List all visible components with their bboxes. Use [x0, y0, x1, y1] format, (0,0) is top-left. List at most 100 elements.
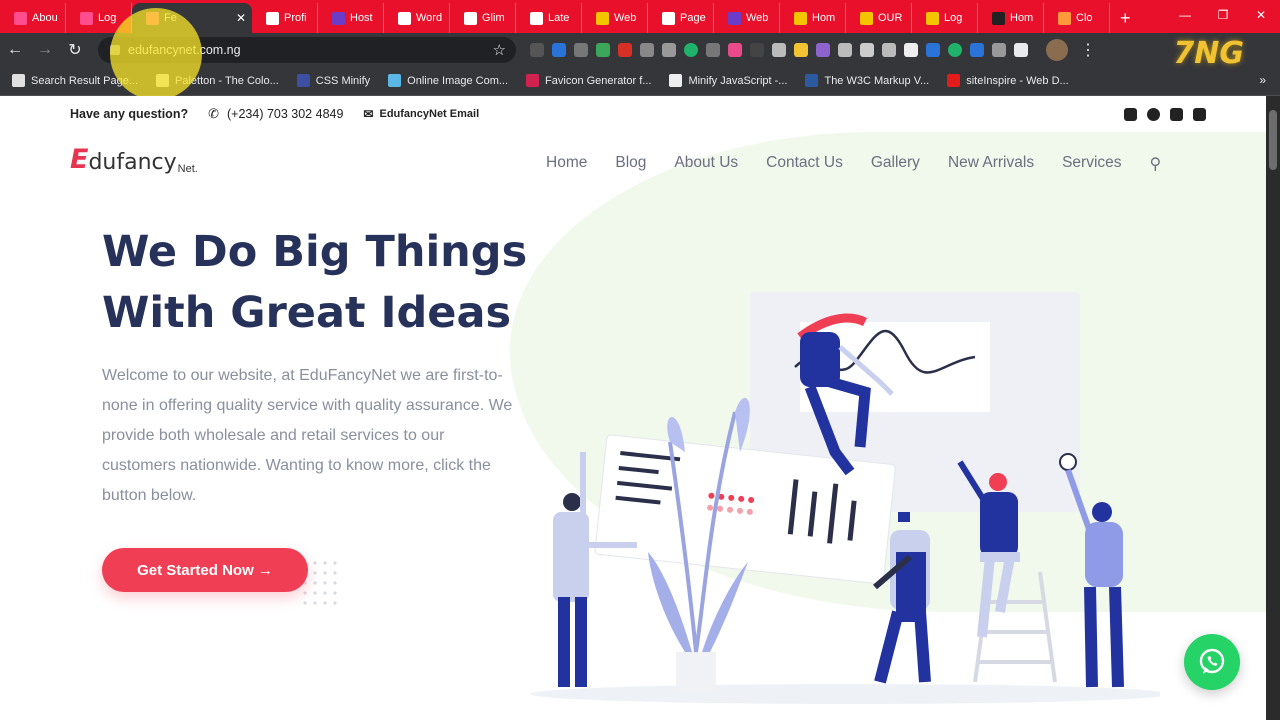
bookmark-item[interactable]: Minify JavaScript -... [669, 74, 787, 87]
extension-icon[interactable] [904, 42, 918, 57]
scrollbar-thumb[interactable] [1269, 110, 1277, 170]
extension-icon[interactable] [948, 42, 962, 57]
extension-icon[interactable] [816, 42, 830, 57]
extension-icon[interactable] [992, 42, 1006, 57]
address-bar[interactable]: edufancynet.com.ng ☆ [98, 36, 516, 63]
browser-tab[interactable]: Hom [978, 3, 1044, 33]
minimize-icon[interactable]: — [1166, 0, 1204, 30]
extension-icon[interactable] [750, 42, 764, 57]
url-text: edufancynet.com.ng [128, 42, 241, 57]
whatsapp-chat-button[interactable] [1184, 634, 1240, 690]
bookmark-favicon-icon [12, 74, 25, 87]
extension-icon[interactable] [530, 42, 544, 57]
browser-tab[interactable]: Host [318, 3, 384, 33]
logo-word: dufancy [88, 150, 177, 175]
page-scrollbar[interactable] [1266, 96, 1280, 720]
reload-icon[interactable]: ↻ [60, 40, 90, 60]
new-tab-button[interactable]: + [1120, 3, 1131, 33]
extension-icon[interactable] [882, 42, 896, 57]
facebook-icon[interactable] [1147, 108, 1160, 121]
nav-blog[interactable]: Blog [615, 154, 646, 174]
extension-icon[interactable] [662, 42, 676, 57]
get-started-button[interactable]: Get Started Now → [102, 548, 308, 592]
nav-new-arrivals[interactable]: New Arrivals [948, 154, 1034, 174]
browser-tab[interactable]: Profi [252, 3, 318, 33]
tab-favicon-icon [332, 11, 345, 25]
tab-label: Hom [812, 12, 836, 24]
extension-icon[interactable] [574, 42, 588, 57]
bookmark-item[interactable]: Online Image Com... [388, 74, 508, 87]
nav-services[interactable]: Services [1062, 154, 1121, 174]
bookmark-label: Online Image Com... [407, 74, 509, 87]
nav-contact-us[interactable]: Contact Us [766, 154, 843, 174]
bookmark-favicon-icon [526, 74, 540, 87]
close-tab-icon[interactable]: ✕ [236, 11, 246, 25]
lock-icon[interactable] [110, 44, 120, 55]
profile-avatar[interactable] [1046, 38, 1068, 61]
bookmark-item[interactable]: siteInspire - Web D... [947, 74, 1069, 87]
tab-favicon-icon [926, 11, 939, 25]
bookmark-label: Favicon Generator f... [545, 74, 652, 87]
instagram-icon[interactable] [1170, 108, 1183, 121]
extension-icon[interactable] [794, 42, 808, 57]
extension-icon[interactable] [838, 42, 852, 57]
bookmark-item[interactable]: Paletton - The Colo... [156, 74, 279, 87]
browser-tab[interactable]: Log [912, 3, 978, 33]
tab-favicon-icon [596, 11, 609, 25]
browser-tab[interactable]: OUR [846, 3, 912, 33]
restore-icon[interactable]: ❐ [1204, 0, 1242, 30]
bookmark-star-icon[interactable]: ☆ [493, 41, 506, 59]
extension-icon[interactable] [970, 42, 984, 57]
extension-icon[interactable] [728, 42, 742, 57]
linkedin-icon[interactable] [1193, 108, 1206, 121]
nav-home[interactable]: Home [546, 154, 587, 174]
extension-icon[interactable] [552, 42, 566, 57]
back-icon[interactable]: ← [0, 41, 30, 59]
extension-icon[interactable] [860, 42, 874, 57]
email-link[interactable]: ✉ EdufancyNet Email [363, 107, 479, 121]
email-label: EdufancyNet Email [379, 108, 480, 120]
phone-link[interactable]: ✆ (+234) 703 302 4849 [208, 106, 343, 122]
browser-tab[interactable]: Late [516, 3, 582, 33]
browser-tab[interactable]: Page [648, 3, 714, 33]
social-links [1124, 108, 1206, 121]
search-icon[interactable]: ⚲ [1150, 154, 1162, 174]
more-bookmarks-icon[interactable]: » [1259, 73, 1266, 87]
browser-tab[interactable]: Clo [1044, 3, 1110, 33]
extension-icon[interactable] [772, 42, 786, 57]
twitter-icon[interactable] [1124, 108, 1137, 121]
browser-menu-icon[interactable]: ⋮ [1080, 40, 1096, 60]
bookmark-item[interactable]: Search Result Page... [12, 74, 138, 87]
forward-icon[interactable]: → [30, 41, 60, 59]
nav-gallery[interactable]: Gallery [871, 154, 920, 174]
bookmark-list: Search Result Page... Paletton - The Colo… [12, 74, 1087, 87]
browser-tab[interactable]: Web [714, 3, 780, 33]
tab-strip: Abou Log Fe ✕ Profi Host Word Glim Late Web Page We… [0, 0, 1280, 33]
bookmark-item[interactable]: Favicon Generator f... [526, 74, 651, 87]
bookmark-label: Minify JavaScript -... [688, 74, 788, 87]
extension-icon[interactable] [706, 42, 720, 57]
browser-tab[interactable]: Fe ✕ [132, 3, 252, 33]
tab-label: OUR [878, 12, 903, 24]
browser-tab[interactable]: Word [384, 3, 450, 33]
site-logo[interactable]: E dufancy Net. [70, 144, 198, 175]
nav-about-us[interactable]: About Us [674, 154, 738, 174]
extension-icon[interactable] [926, 42, 940, 57]
close-window-icon[interactable]: ✕ [1242, 0, 1280, 30]
bookmark-item[interactable]: The W3C Markup V... [805, 74, 929, 87]
tab-favicon-icon [14, 11, 27, 25]
browser-tab[interactable]: Hom [780, 3, 846, 33]
bookmark-label: siteInspire - Web D... [966, 74, 1069, 87]
browser-tab[interactable]: Log [66, 3, 132, 33]
browser-tab[interactable]: Glim [450, 3, 516, 33]
bookmark-item[interactable]: CSS Minify [296, 74, 370, 87]
tab-label: Abou [32, 12, 58, 24]
extension-icon[interactable] [640, 42, 654, 57]
browser-tab[interactable]: Abou [0, 3, 66, 33]
extension-icon[interactable] [684, 42, 698, 57]
webpage: Have any question? ✆ (+234) 703 302 4849… [0, 96, 1266, 720]
browser-tab[interactable]: Web [582, 3, 648, 33]
extension-icon[interactable] [596, 42, 610, 57]
extension-icon[interactable] [618, 42, 632, 57]
puzzle-icon[interactable] [1014, 42, 1028, 57]
